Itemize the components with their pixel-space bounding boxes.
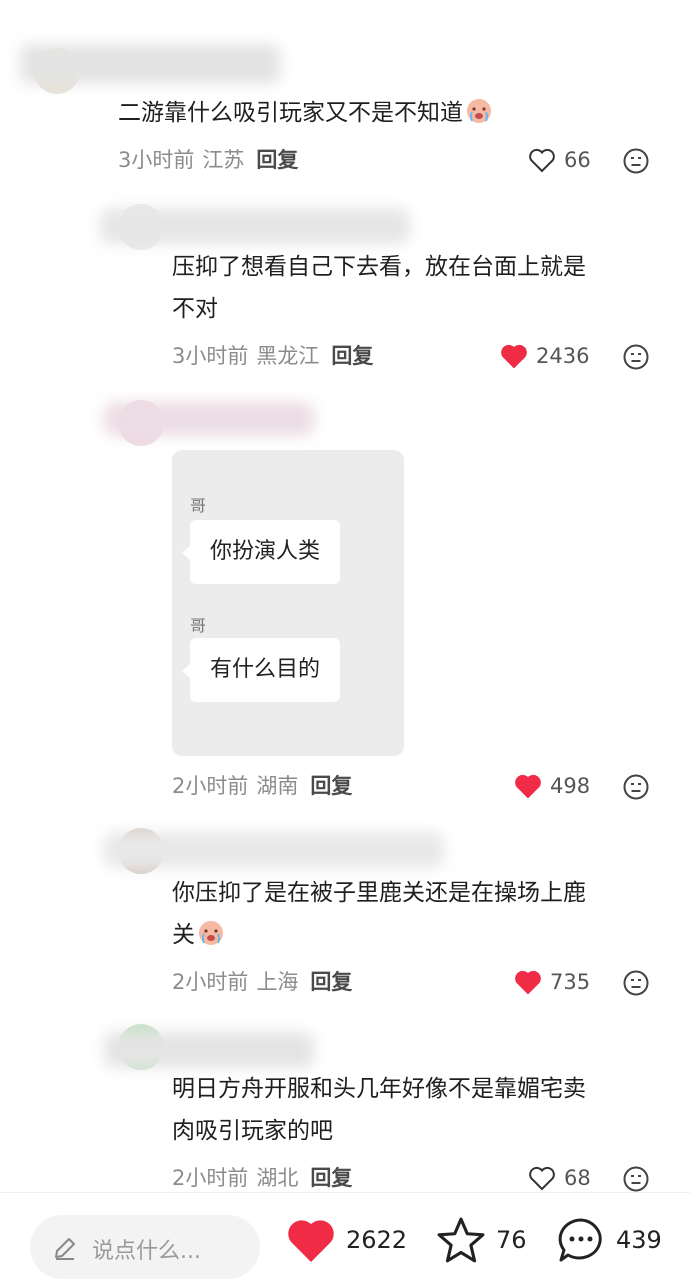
comment-region: 湖南 — [256, 774, 299, 798]
heart-icon — [501, 344, 527, 369]
dislike-face-icon[interactable] — [622, 147, 650, 175]
like-button[interactable]: 735 — [514, 967, 590, 997]
comment-time: 2小时前 — [172, 774, 249, 798]
redacted-username — [100, 208, 410, 244]
comment-input[interactable]: 说点什么... — [30, 1215, 260, 1279]
comment-input-placeholder: 说点什么... — [92, 1239, 201, 1264]
chat-sender-name: 哥 — [190, 496, 207, 515]
chat-sender-name: 哥 — [190, 616, 207, 635]
favorite-button[interactable]: 76 — [436, 1215, 527, 1265]
comment-region: 黑龙江 — [256, 344, 320, 368]
reply-button[interactable]: 回复 — [310, 774, 352, 798]
reply-button[interactable]: 回复 — [310, 1166, 352, 1190]
comment-text: 二游靠什么吸引玩家又不是不知道 — [118, 92, 493, 134]
heart-icon — [515, 970, 541, 995]
comment-text: 压抑了想看自己下去看，放在台面上就是 不对 — [172, 254, 586, 322]
comment-feed: 二游靠什么吸引玩家又不是不知道 3小时前 江苏 回复 66 压抑了想看自己下去看，放… — [0, 0, 690, 1279]
like-count: 735 — [550, 970, 591, 994]
reply-button[interactable]: 回复 — [331, 344, 373, 368]
like-count: 68 — [564, 1166, 591, 1190]
comment-meta: 3小时前 黑龙江 回复 — [172, 342, 373, 370]
crying-emoji — [199, 921, 223, 945]
comment-count-button[interactable]: 439 — [556, 1215, 662, 1265]
comment-bubble-icon — [558, 1218, 602, 1262]
comment-region: 上海 — [256, 970, 299, 994]
heart-icon — [515, 774, 541, 799]
reply-button[interactable]: 回复 — [256, 148, 298, 172]
like-button[interactable]: 66 — [528, 145, 591, 175]
comment-time: 3小时前 — [172, 344, 249, 368]
heart-icon — [529, 148, 555, 173]
comment-region: 湖北 — [256, 1166, 299, 1190]
comment-time: 2小时前 — [172, 1166, 249, 1190]
crying-emoji — [467, 99, 491, 123]
like-button[interactable]: 498 — [514, 771, 590, 801]
comment-meta: 2小时前 湖北 回复 — [172, 1164, 352, 1192]
comment-time: 3小时前 — [118, 148, 195, 172]
like-count: 2436 — [536, 344, 590, 368]
heart-icon — [529, 1166, 555, 1191]
bottom-action-bar: 说点什么... 2622 76 439 — [0, 1192, 690, 1279]
dislike-face-icon[interactable] — [622, 969, 650, 997]
chat-bubble: 有什么目的 — [181, 638, 341, 702]
comment-count: 439 — [616, 1226, 662, 1254]
redacted-username — [104, 832, 444, 868]
like-count: 66 — [564, 148, 591, 172]
comment-time: 2小时前 — [172, 970, 249, 994]
like-count: 498 — [550, 774, 591, 798]
like-button[interactable]: 2436 — [500, 341, 589, 371]
comment-image[interactable]: 哥 你扮演人类 哥 有什么目的 — [172, 450, 404, 756]
dislike-face-icon[interactable] — [622, 1165, 650, 1193]
comment-text: 你压抑了是在被子里鹿关还是在操场上鹿 关 — [172, 880, 586, 948]
heart-icon — [288, 1220, 334, 1262]
post-like-count: 2622 — [346, 1226, 408, 1254]
comment-meta: 2小时前 上海 回复 — [172, 968, 352, 996]
redacted-username — [104, 402, 314, 436]
favorite-count: 76 — [496, 1226, 527, 1254]
dislike-face-icon[interactable] — [622, 343, 650, 371]
like-button[interactable]: 68 — [528, 1163, 591, 1193]
chat-bubble: 你扮演人类 — [181, 520, 341, 584]
redacted-username — [104, 1032, 314, 1068]
pencil-icon — [55, 1238, 75, 1260]
comment-region: 江苏 — [202, 148, 245, 172]
star-icon — [437, 1217, 485, 1263]
comment-text: 明日方舟开服和头几年好像不是靠媚宅卖 肉吸引玩家的吧 — [172, 1076, 586, 1144]
comment-meta: 2小时前 湖南 回复 — [172, 772, 352, 800]
dislike-face-icon[interactable] — [622, 773, 650, 801]
post-like-button[interactable]: 2622 — [286, 1215, 407, 1265]
redacted-username — [20, 44, 280, 84]
comment-meta: 3小时前 江苏 回复 — [118, 146, 298, 174]
reply-button[interactable]: 回复 — [310, 970, 352, 994]
